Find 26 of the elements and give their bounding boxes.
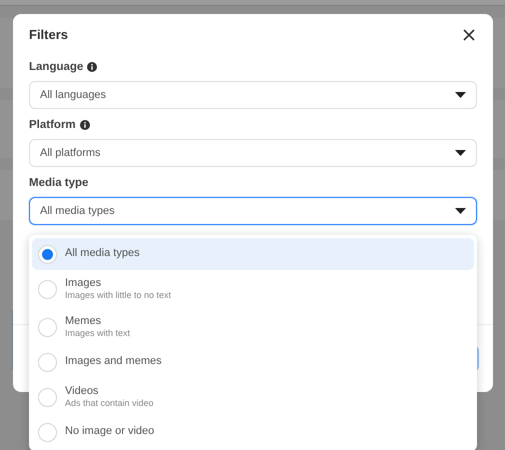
menu-option[interactable]: Images Images with little to no text [32,270,474,308]
radio-button[interactable] [38,388,57,406]
caret-icon [455,92,466,98]
menu-option[interactable]: Images and memes [32,346,474,378]
field-label: Platform [29,118,76,133]
menu-option[interactable]: No image or video [32,416,474,448]
dialog-title: Filters [29,26,68,44]
caret-icon [455,208,466,214]
menu-option[interactable]: Memes Images with text [32,308,474,346]
radio-button[interactable] [38,280,57,298]
radio-button[interactable] [38,352,57,372]
field-label: Language [29,60,84,74]
field-label: Media type [29,176,88,191]
info-icon[interactable] [80,120,90,130]
menu-option[interactable]: All media types [32,238,474,270]
info-icon[interactable] [87,62,98,72]
close-icon [463,28,475,41]
radio-button[interactable] [38,244,57,264]
radio-button[interactable] [38,318,57,336]
dropdown-field[interactable]: All languages [29,80,477,109]
menu-option[interactable]: Videos Ads that contain video [32,378,474,416]
dropdown-field[interactable]: All platforms [29,139,477,167]
dropdown-field[interactable]: All media types [29,197,477,226]
close-button[interactable] [461,26,477,43]
caret-icon [455,150,466,156]
radio-button[interactable] [38,422,57,442]
